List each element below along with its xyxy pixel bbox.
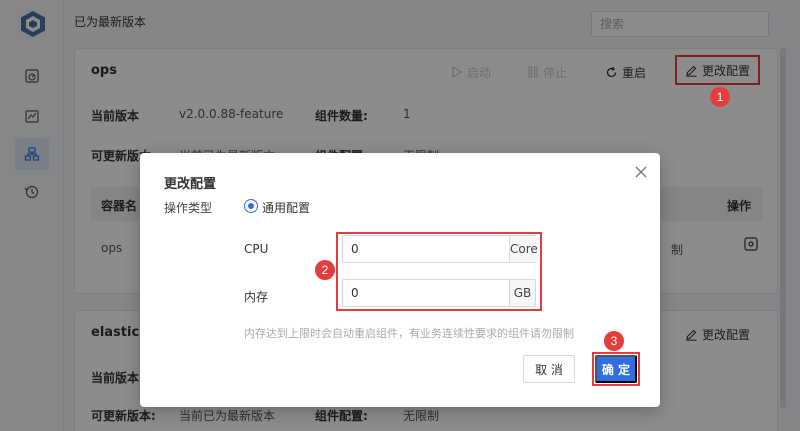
memory-limit-hint: 内存达到上限时会自动重启组件，有业务连续性要求的组件请勿限制 (244, 327, 574, 340)
step-marker-2: 2 (315, 260, 335, 280)
modal-title: 更改配置 (164, 177, 217, 192)
step-marker-3: 3 (604, 331, 624, 351)
step-marker-1: 1 (710, 87, 730, 107)
operation-type-label: 操作类型 (164, 201, 213, 215)
confirm-button[interactable]: 确 定 (595, 355, 637, 383)
general-config-label[interactable]: 通用配置 (262, 199, 310, 216)
cancel-button[interactable]: 取 消 (523, 355, 575, 383)
fields-highlight-box (336, 232, 542, 311)
cpu-label: CPU (244, 242, 269, 256)
close-icon[interactable] (634, 165, 648, 179)
change-config-modal: 更改配置 操作类型 通用配置 CPU Core 内存 GB 内存达到上限时会自动… (140, 153, 660, 407)
general-config-radio[interactable] (244, 199, 258, 213)
memory-label: 内存 (244, 290, 269, 304)
